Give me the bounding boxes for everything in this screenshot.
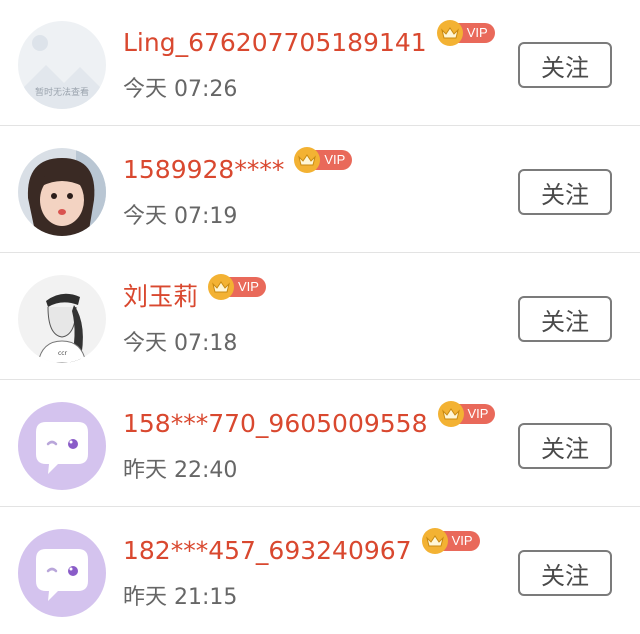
avatar-caption: 暂时无法查看 <box>35 86 89 98</box>
user-name-text: 182***457_693240967 <box>123 536 412 565</box>
avatar[interactable]: 暂时无法查看 <box>18 21 106 109</box>
list-item[interactable]: 1589928**** VIP 今天 07:19 关注 <box>0 127 640 253</box>
follower-list: 暂时无法查看 Ling_676207705189141 VIP 今天 07:26… <box>0 0 640 631</box>
user-name[interactable]: 刘玉莉 VIP <box>123 274 266 314</box>
follow-button[interactable]: 关注 <box>518 423 612 469</box>
placeholder-image-icon: 暂时无法查看 <box>18 21 106 109</box>
avatar[interactable]: ccr <box>18 275 106 363</box>
girl-photo-avatar <box>18 148 106 236</box>
timestamp: 今天 07:19 <box>123 204 238 229</box>
chat-bubble-avatar-icon <box>18 529 106 617</box>
vip-badge: VIP <box>421 528 480 554</box>
user-name-text: Ling_676207705189141 <box>123 28 427 57</box>
list-item[interactable]: ccr 刘玉莉 VIP 今天 07:18 关注 <box>0 254 640 380</box>
svg-text:ccr: ccr <box>58 350 68 357</box>
list-item[interactable]: 182***457_693240967 VIP 昨天 21:15 关注 <box>0 508 640 634</box>
avatar[interactable] <box>18 402 106 490</box>
user-name-text: 1589928**** <box>123 155 285 184</box>
crown-icon <box>437 401 464 427</box>
crown-icon <box>208 274 235 300</box>
sketch-portrait-avatar: ccr <box>18 275 106 363</box>
vip-badge: VIP <box>208 274 266 300</box>
user-name-text: 158***770_9605009558 <box>123 409 428 438</box>
follow-button[interactable]: 关注 <box>518 42 612 88</box>
list-item[interactable]: 暂时无法查看 Ling_676207705189141 VIP 今天 07:26… <box>0 0 640 126</box>
timestamp: 昨天 21:15 <box>123 585 238 610</box>
crown-icon <box>436 20 463 46</box>
avatar[interactable] <box>18 148 106 236</box>
follow-button[interactable]: 关注 <box>518 169 612 215</box>
timestamp: 昨天 22:40 <box>123 458 238 483</box>
user-name[interactable]: 158***770_9605009558 VIP <box>123 401 496 441</box>
user-name[interactable]: 182***457_693240967 VIP <box>123 528 480 568</box>
crown-icon <box>421 528 448 554</box>
vip-badge: VIP <box>436 20 495 46</box>
vip-badge: VIP <box>437 401 496 427</box>
user-name[interactable]: Ling_676207705189141 VIP <box>123 20 495 60</box>
list-item[interactable]: 158***770_9605009558 VIP 昨天 22:40 关注 <box>0 381 640 507</box>
timestamp: 今天 07:26 <box>123 77 238 102</box>
avatar[interactable] <box>18 529 106 617</box>
follow-button[interactable]: 关注 <box>518 296 612 342</box>
user-name[interactable]: 1589928**** VIP <box>123 147 353 187</box>
timestamp: 今天 07:18 <box>123 331 238 356</box>
vip-badge: VIP <box>294 147 353 173</box>
user-name-text: 刘玉莉 <box>123 282 199 311</box>
chat-bubble-avatar-icon <box>18 402 106 490</box>
follow-button[interactable]: 关注 <box>518 550 612 596</box>
